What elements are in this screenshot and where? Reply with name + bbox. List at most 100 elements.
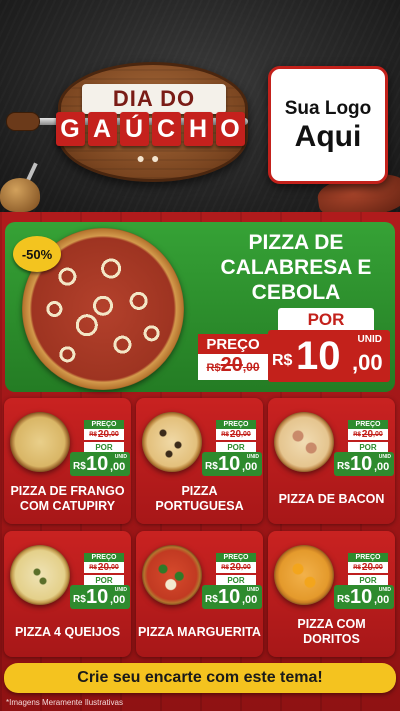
price-tag: PREÇO R$ 20,00 POR UNID R$ 10 ,00 (202, 553, 262, 609)
pizza-doritos-image (274, 545, 334, 605)
chimarrao-icon (0, 178, 40, 212)
product-card[interactable]: PREÇO R$ 20,00 POR UNID R$ 10 ,00 PIZZA 4… (4, 531, 131, 657)
old-price: R$ 20,00 (84, 429, 124, 440)
product-card[interactable]: PREÇO R$ 20,00 POR UNID R$ 10 ,00 PIZZA D… (4, 398, 131, 524)
old-price-cents: ,00 (241, 564, 251, 571)
new-price-cents: ,00 (110, 594, 126, 606)
preco-label: PREÇO (348, 553, 388, 562)
preco-label: PREÇO (198, 334, 268, 354)
old-price-currency: R$ (89, 431, 97, 438)
old-price-currency: R$ (221, 564, 229, 571)
logo-placeholder-line1: Sua Logo (284, 97, 372, 119)
old-price: R$ 20,00 (216, 562, 256, 573)
por-label: POR (278, 308, 374, 332)
new-price-currency: R$ (272, 352, 293, 369)
title-letter: G (55, 112, 85, 146)
old-price-cents: ,00 (373, 564, 383, 571)
new-price-cents: ,00 (352, 350, 383, 375)
price-tag: PREÇO R$ 20,00 POR UNID R$ 10 ,00 (70, 553, 130, 609)
new-price: UNID R$ 10 ,00 (202, 585, 262, 609)
new-price-amount: 10 (86, 586, 109, 608)
unid-label: UNID (114, 587, 127, 593)
product-name: PIZZA MARGUERITA (138, 624, 261, 639)
por-label: POR (216, 575, 256, 585)
new-price-currency: R$ (73, 594, 86, 605)
price-tag: PREÇO R$ 20,00 POR UNID R$ 10 ,00 (334, 420, 394, 476)
pizza-marguerita-image (142, 545, 202, 605)
new-price: UNID R$ 10 ,00 (268, 330, 390, 382)
new-price-amount: 10 (296, 334, 341, 378)
pizza-bacon-image (274, 412, 334, 472)
new-price-cents: ,00 (374, 461, 390, 473)
product-card[interactable]: PREÇO R$ 20,00 POR UNID R$ 10 ,00 PIZZA D… (268, 398, 395, 524)
new-price-currency: R$ (205, 461, 218, 472)
title-letter: C (151, 112, 181, 146)
disclaimer-text: *Imagens Meramente Ilustrativas (6, 698, 123, 707)
old-price-cents: ,00 (109, 564, 119, 571)
old-price: R$ 20,00 (216, 429, 256, 440)
title-letter: Ú (119, 112, 149, 146)
por-label: POR (216, 442, 256, 452)
old-price-cents: ,00 (109, 431, 119, 438)
new-price-cents: ,00 (242, 461, 258, 473)
preco-label: PREÇO (84, 553, 124, 562)
product-card[interactable]: PREÇO R$ 20,00 POR UNID R$ 10 ,00 PIZZA P… (136, 398, 263, 524)
unid-label: UNID (246, 587, 259, 593)
unid-label: UNID (357, 334, 382, 345)
product-name: PIZZA PORTUGUESA (155, 484, 244, 513)
new-price-amount: 10 (218, 586, 241, 608)
new-price: UNID R$ 10 ,00 (202, 452, 262, 476)
unid-label: UNID (378, 587, 391, 593)
logo-placeholder[interactable]: Sua Logo Aqui (268, 66, 388, 184)
title-letter: H (183, 112, 213, 146)
old-price-cents: ,00 (373, 431, 383, 438)
por-label: POR (348, 575, 388, 585)
price-tag: PREÇO R$ 20,00 POR UNID R$ 10 ,00 (70, 420, 130, 476)
new-price-currency: R$ (205, 594, 218, 605)
old-price-amount: 20 (97, 429, 110, 440)
price-tag: PREÇO R$ 20,00 POR UNID R$ 10 ,00 (334, 553, 394, 609)
pizza-queijos-image (10, 545, 70, 605)
preco-label: PREÇO (216, 553, 256, 562)
old-price-currency: R$ (89, 564, 97, 571)
preco-label: PREÇO (216, 420, 256, 429)
old-price-currency: R$ (206, 362, 221, 374)
unid-label: UNID (114, 454, 127, 460)
discount-badge: -50% (13, 236, 61, 272)
product-card[interactable]: PREÇO R$ 20,00 POR UNID R$ 10 ,00 PIZZA C… (268, 531, 395, 657)
pizza-portuguesa-image (142, 412, 202, 472)
product-name: PIZZA COM DORITOS (297, 617, 366, 646)
new-price-cents: ,00 (242, 594, 258, 606)
old-price-amount: 20 (361, 429, 374, 440)
new-price: UNID R$ 10 ,00 (70, 585, 130, 609)
new-price: UNID R$ 10 ,00 (334, 585, 394, 609)
new-price: UNID R$ 10 ,00 (334, 452, 394, 476)
featured-product-name: PIZZA DE CALABRESA E CEBOLA (220, 231, 372, 304)
old-price-amount: 20 (361, 562, 374, 573)
new-price-cents: ,00 (110, 461, 126, 473)
old-price: R$ 20,00 (84, 562, 124, 573)
product-name: PIZZA DE FRANGO COM CATUPIRY (10, 484, 125, 513)
old-price-currency: R$ (353, 564, 361, 571)
old-price-amount: 20 (220, 354, 243, 376)
old-price-cents: ,00 (241, 431, 251, 438)
cuia-icon: ● (136, 150, 145, 166)
skewer-handle-icon (6, 112, 40, 131)
title-letter: O (215, 112, 245, 146)
new-price-cents: ,00 (374, 594, 390, 606)
old-price-amount: 20 (229, 429, 242, 440)
create-flyer-button[interactable]: Crie seu encarte com este tema! (4, 663, 396, 693)
preco-label: PREÇO (84, 420, 124, 429)
price-tag: PREÇO R$ 20,00 POR UNID R$ 10 ,00 (202, 420, 262, 476)
cuia-icon: ● (151, 150, 160, 166)
preco-label: PREÇO (348, 420, 388, 429)
product-card[interactable]: PREÇO R$ 20,00 POR UNID R$ 10 ,00 PIZZA M… (136, 531, 263, 657)
unid-label: UNID (246, 454, 259, 460)
logo-placeholder-line2: Aqui (294, 119, 362, 153)
por-label: POR (84, 575, 124, 585)
title-letter: A (87, 112, 117, 146)
theme-title-line1: DIA DO (82, 84, 226, 114)
old-price: R$ 20 ,00 (198, 354, 268, 380)
old-price-amount: 20 (97, 562, 110, 573)
old-price-cents: ,00 (242, 360, 260, 374)
